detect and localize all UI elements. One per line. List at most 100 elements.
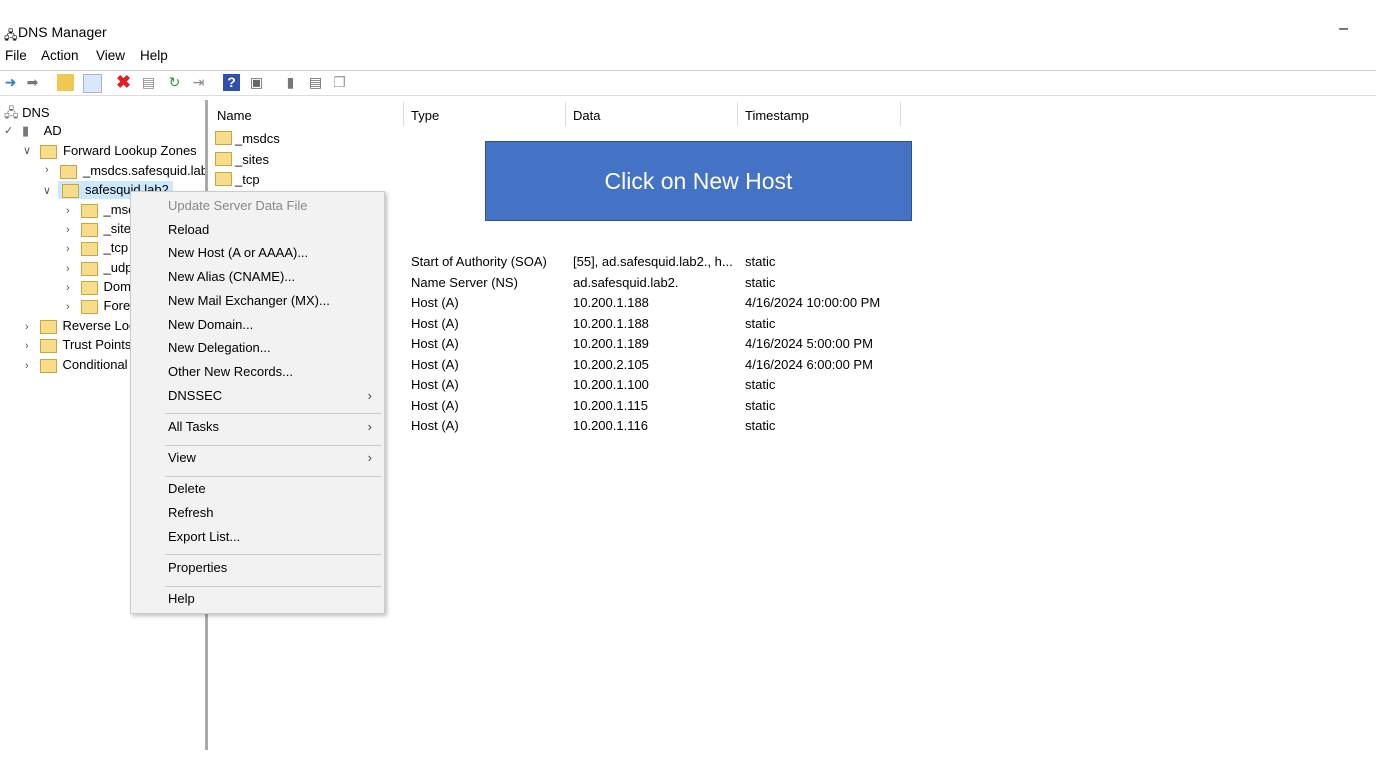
menu-item-all-tasks[interactable]: All Tasks › — [168, 419, 384, 434]
menu-item-label: Update Server Data File — [168, 198, 308, 213]
chevron-right-icon[interactable]: › — [25, 340, 29, 352]
submenu-arrow-icon: › — [367, 387, 372, 403]
chevron-right-icon[interactable]: › — [66, 282, 70, 294]
tree-trust-points[interactable]: › Trust Points — [25, 337, 131, 353]
menu-item-refresh[interactable]: Refresh — [168, 505, 384, 520]
console-icon[interactable]: ▣ — [248, 74, 265, 91]
server-icon: ▮ — [22, 123, 30, 138]
folder-icon — [80, 241, 98, 256]
window-title: DNS Manager — [18, 24, 107, 40]
cell-ts: 4/16/2024 5:00:00 PM — [745, 336, 873, 351]
folder-icon — [40, 144, 57, 159]
cell-data: 10.200.1.188 — [573, 295, 649, 310]
menu-view[interactable]: View — [96, 48, 125, 63]
forward-icon[interactable]: ➡ — [24, 74, 41, 91]
menu-item-properties[interactable]: Properties — [168, 560, 384, 575]
column-timestamp[interactable]: Timestamp — [745, 108, 809, 123]
cell-ts: static — [745, 397, 776, 413]
menu-item-dnssec[interactable]: DNSSEC › — [168, 388, 384, 403]
menu-item-new-mail-exchanger-mx[interactable]: New Mail Exchanger (MX)... — [168, 293, 384, 308]
cell-data: ad.safesquid.lab2. — [573, 274, 679, 290]
folder-icon — [215, 152, 232, 166]
menu-item-new-domain[interactable]: New Domain... — [168, 317, 384, 332]
menu-item-label: Other New Records... — [168, 363, 293, 379]
chevron-right-icon[interactable]: › — [25, 321, 29, 333]
menu-item-delete[interactable]: Delete — [168, 481, 384, 496]
menu-item-new-host-a-or-aaaa[interactable]: New Host (A or AAAA)... — [168, 245, 384, 260]
records-icon[interactable]: ❐ — [331, 74, 348, 91]
zone-icon — [215, 131, 232, 145]
chevron-right-icon[interactable]: › — [25, 360, 29, 372]
chevron-down-icon[interactable]: ∨ — [23, 144, 31, 157]
cell-data: [55], ad.safesquid.lab2., h... — [573, 254, 733, 269]
chevron-right-icon[interactable]: › — [66, 205, 70, 217]
cell-ts: static — [745, 254, 776, 269]
column-data[interactable]: Data — [573, 108, 600, 123]
cell-type: Host (A) — [411, 397, 459, 413]
zone-icon — [60, 164, 77, 179]
chevron-right-icon[interactable]: › — [66, 224, 70, 236]
tree-server[interactable]: ▮ AD — [22, 123, 62, 139]
up-folder-icon[interactable] — [57, 74, 74, 91]
cell-type: Host (A) — [411, 315, 459, 331]
app-icon: 🖧 — [4, 28, 18, 42]
cell-type: Name Server (NS) — [411, 274, 518, 290]
menu-item-export-list[interactable]: Export List... — [168, 529, 384, 544]
chevron-right-icon[interactable]: › — [66, 243, 70, 255]
tree-child[interactable]: › _udp — [66, 260, 132, 276]
help-icon[interactable]: ? — [223, 74, 240, 91]
tree-conditional[interactable]: › Conditional — [25, 357, 128, 373]
server-icon[interactable]: ▮ — [282, 74, 299, 91]
menu-item-label: New Host (A or AAAA)... — [168, 245, 309, 261]
column-type[interactable]: Type — [411, 108, 439, 123]
show-hide-tree-icon[interactable] — [83, 74, 102, 93]
menu-item-label: Export List... — [168, 528, 241, 544]
cell-ts: static — [745, 418, 776, 433]
list-icon[interactable]: ▤ — [307, 74, 324, 91]
menu-item-label: DNSSEC — [168, 387, 223, 403]
chevron-right-icon[interactable]: › — [66, 301, 70, 313]
tree-child[interactable]: › _tcp — [66, 240, 128, 256]
folder-icon — [215, 172, 232, 186]
chevron-down-icon[interactable]: ∨ — [43, 184, 51, 197]
menu-file[interactable]: File — [5, 48, 27, 63]
chevron-down-icon[interactable]: ✓ — [4, 124, 13, 137]
menu-item-other-new-records[interactable]: Other New Records... — [168, 364, 384, 379]
tree-child[interactable]: › _msc — [66, 202, 135, 218]
chevron-right-icon[interactable]: › — [45, 164, 49, 176]
folder-icon — [39, 319, 57, 334]
column-name[interactable]: Name — [217, 108, 252, 123]
tree-child[interactable]: › _site — [66, 221, 131, 237]
folder-icon — [39, 338, 57, 353]
tree-child[interactable]: › Fore — [66, 298, 130, 314]
toolbar: ➜ ➡ ✖ ▤ ↻ ⇥ ? ▣ ▮ ▤ ❐ — [0, 70, 1376, 96]
menu-item-label: Refresh — [168, 504, 214, 520]
menu-item-new-delegation[interactable]: New Delegation... — [168, 340, 384, 355]
tree-child[interactable]: › Dom — [66, 279, 131, 295]
refresh-icon[interactable]: ↻ — [166, 74, 183, 91]
menu-item-reload[interactable]: Reload — [168, 222, 384, 237]
chevron-right-icon[interactable]: › — [66, 263, 70, 275]
cell-ts: static — [745, 274, 776, 290]
minimize-button[interactable]: – — [1339, 20, 1348, 38]
properties-icon[interactable]: ▤ — [140, 74, 157, 91]
menu-item-help[interactable]: Help — [168, 591, 384, 606]
back-icon[interactable]: ➜ — [2, 74, 19, 91]
menu-action[interactable]: Action — [41, 48, 79, 63]
menu-separator — [165, 444, 382, 446]
export-icon[interactable]: ⇥ — [190, 74, 207, 91]
folder-icon — [80, 280, 98, 295]
zone-icon — [62, 183, 79, 198]
cell-ts: 4/16/2024 6:00:00 PM — [745, 356, 873, 372]
cell-type: Host (A) — [411, 377, 459, 392]
tree-reverse-lookup[interactable]: › Reverse Loo — [25, 318, 136, 334]
tree-msdcs-zone[interactable]: _msdcs.safesquid.lab — [60, 163, 208, 179]
menu-item-label: New Delegation... — [168, 340, 271, 356]
tree-forward-lookup-zones[interactable]: Forward Lookup Zones — [40, 143, 197, 159]
menu-separator — [165, 585, 382, 587]
folder-icon — [80, 203, 98, 218]
delete-icon[interactable]: ✖ — [115, 73, 132, 91]
menu-item-view[interactable]: View › — [168, 450, 384, 465]
menu-item-new-alias-cname[interactable]: New Alias (CNAME)... — [168, 269, 384, 284]
menu-help[interactable]: Help — [140, 48, 168, 63]
